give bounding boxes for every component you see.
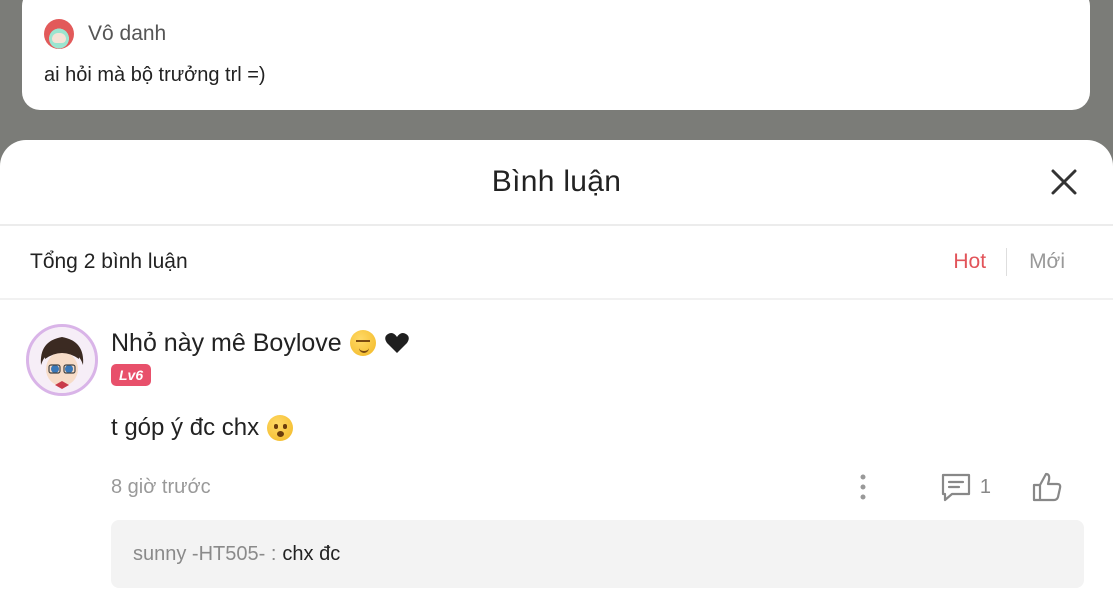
avatar-illustration — [29, 327, 95, 393]
comment-author-row: Nhỏ này mê Boylove — [111, 326, 1113, 360]
post-author-avatar — [44, 19, 74, 49]
level-badge: Lv6 — [111, 364, 152, 386]
post-card[interactable]: Vô danh ai hỏi mà bộ trưởng trl =) — [22, 0, 1090, 110]
black-heart-icon — [384, 333, 409, 353]
more-vertical-icon — [860, 474, 866, 500]
sheet-title: Bình luận — [491, 165, 622, 198]
comment-summary-bar: Tổng 2 bình luận Hot Mới — [0, 226, 1113, 300]
comment-text: t góp ý đc chx — [111, 414, 260, 441]
close-icon — [1051, 169, 1077, 195]
sort-new-tab[interactable]: Mới — [1007, 250, 1083, 274]
comment-total: Tổng 2 bình luận — [30, 250, 188, 273]
smirk-emoji-icon — [349, 330, 376, 356]
comment-text-row: t góp ý đc chx — [111, 414, 1113, 442]
sort-tabs: Hot Mới — [953, 248, 1083, 276]
comment-author-name[interactable]: Nhỏ này mê Boylove — [111, 329, 342, 358]
thumbs-up-icon — [1032, 472, 1062, 502]
reply-text: chx đc — [282, 542, 341, 565]
post-author-name: Vô danh — [88, 22, 167, 45]
sheet-header: Bình luận — [0, 140, 1113, 226]
reply-count: 1 — [979, 475, 991, 498]
comment-item: Nhỏ này mê Boylove Lv6 t góp ý đc chx 8 … — [0, 300, 1113, 588]
like-button[interactable] — [1031, 471, 1063, 503]
close-button[interactable] — [1049, 167, 1079, 197]
reply-preview[interactable]: sunny -HT505- : chx đc — [111, 520, 1084, 588]
post-author: Vô danh — [44, 16, 1068, 52]
sort-hot-tab[interactable]: Hot — [953, 250, 1006, 274]
reply-button[interactable]: 1 — [940, 472, 991, 502]
crying-emoji-icon — [267, 415, 294, 441]
comment-meta: 8 giờ trước 1 — [111, 472, 1113, 502]
reply-author[interactable]: sunny -HT505- : — [133, 543, 276, 566]
comment-avatar[interactable] — [26, 324, 98, 396]
comments-sheet: Bình luận Tổng 2 bình luận Hot Mới Nhỏ n… — [0, 140, 1113, 600]
app-screen: Vô danh ai hỏi mà bộ trưởng trl =) Bình … — [0, 0, 1113, 600]
comment-icon — [941, 473, 970, 502]
more-options-button[interactable] — [848, 472, 878, 502]
comment-time: 8 giờ trước — [111, 475, 211, 498]
post-text: ai hỏi mà bộ trưởng trl =) — [44, 64, 266, 86]
